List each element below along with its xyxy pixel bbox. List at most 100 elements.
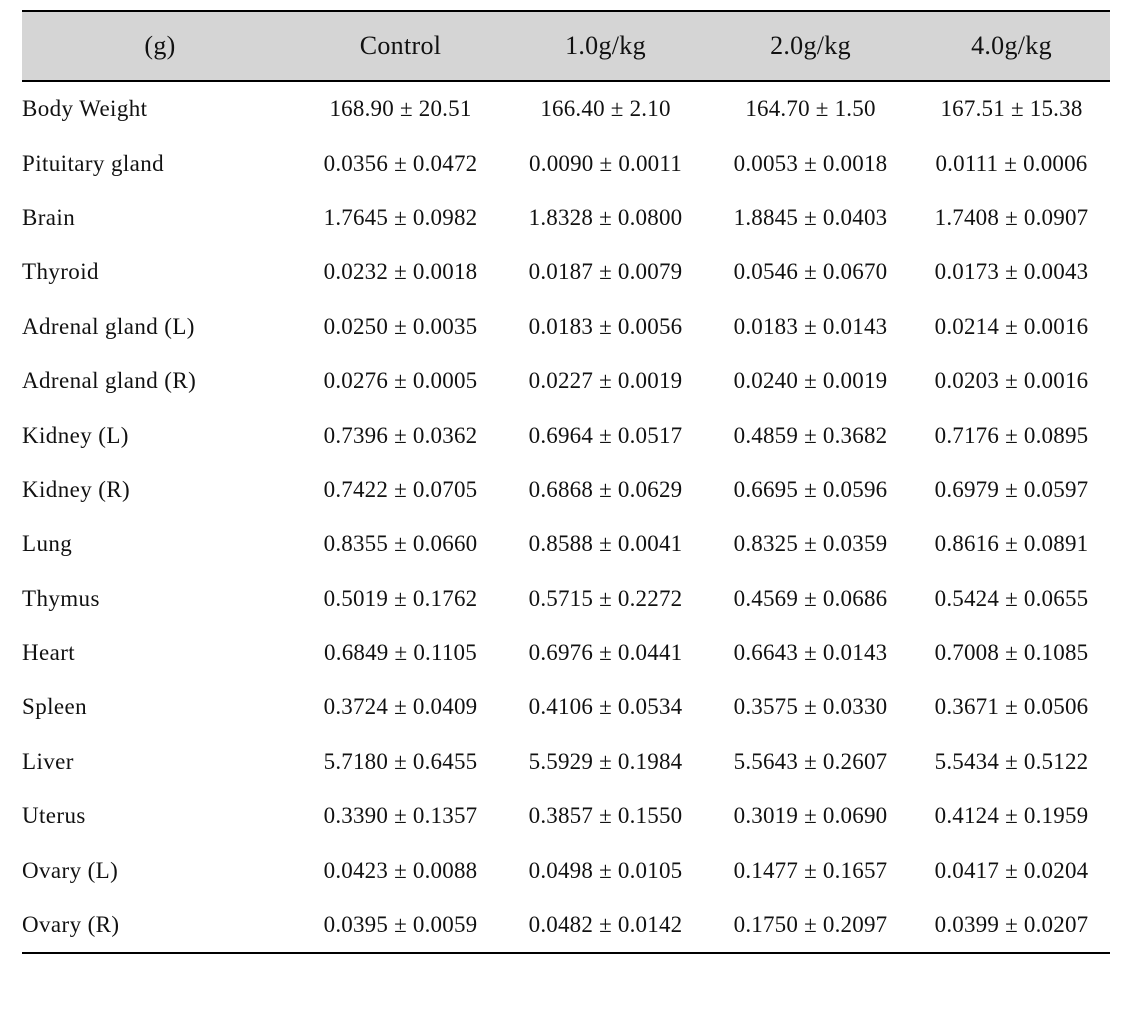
- cell-mean: 5.5929: [528, 748, 594, 774]
- cell-mean: 0.0399: [934, 912, 1000, 938]
- table-row: Lung 0.8355 ±0.0660 0.8588 ±0.0041 0.8325 ±0.0…: [22, 517, 1110, 571]
- plus-minus-icon: ±: [1005, 313, 1018, 339]
- plus-minus-icon: ±: [804, 476, 817, 502]
- cell-sd: 0.1357: [412, 803, 478, 829]
- cell-sd: 0.0056: [617, 313, 683, 339]
- plus-minus-icon: ±: [804, 204, 817, 230]
- plus-minus-icon: ±: [1005, 585, 1018, 611]
- cell-sd: 0.0143: [822, 640, 888, 666]
- plus-minus-icon: ±: [1005, 694, 1018, 720]
- cell-mean: 0.3857: [528, 803, 594, 829]
- cell-mean: 167.51: [940, 96, 1005, 122]
- cell-sd: 0.1984: [617, 748, 683, 774]
- plus-minus-icon: ±: [804, 313, 817, 339]
- cell-mean: 0.3390: [323, 803, 389, 829]
- plus-minus-icon: ±: [804, 259, 817, 285]
- cell-sd: 20.51: [418, 96, 472, 122]
- plus-minus-icon: ±: [599, 531, 612, 557]
- table-row: Ovary (L) 0.0423 ±0.0088 0.0498 ±0.0105 0.147…: [22, 843, 1110, 897]
- cell-value: 0.3390 ±0.1357: [298, 789, 503, 843]
- cell-value: 5.5434 ±0.5122: [913, 735, 1110, 789]
- cell-value: 5.7180 ±0.6455: [298, 735, 503, 789]
- cell-sd: 0.0043: [1023, 259, 1089, 285]
- plus-minus-icon: ±: [1005, 422, 1018, 448]
- cell-value: 0.0395 ±0.0059: [298, 897, 503, 955]
- plus-minus-icon: ±: [399, 96, 413, 122]
- plus-minus-icon: ±: [394, 150, 407, 176]
- row-label: Thyroid: [22, 259, 99, 285]
- cell-sd: 0.0088: [412, 857, 478, 883]
- table-row: Kidney (R) 0.7422 ±0.0705 0.6868 ±0.0629 0.66…: [22, 463, 1110, 517]
- table-row: Ovary (R) 0.0395 ±0.0059 0.0482 ±0.0142 0.175…: [22, 897, 1110, 955]
- cell-mean: 0.7176: [934, 422, 1000, 448]
- table-row: Thyroid 0.0232 ±0.0018 0.0187 ±0.0079 0.0546 ±…: [22, 245, 1110, 299]
- plus-minus-icon: ±: [394, 912, 407, 938]
- plus-minus-icon: ±: [394, 857, 407, 883]
- cell-value: 0.3575 ±0.0330: [708, 680, 913, 734]
- cell-value: 0.6964 ±0.0517: [503, 408, 708, 462]
- cell-sd: 0.0143: [822, 313, 888, 339]
- cell-sd: 0.5122: [1023, 748, 1089, 774]
- cell-value: 0.4859 ±0.3682: [708, 408, 913, 462]
- cell-value: 0.0417 ±0.0204: [913, 843, 1110, 897]
- cell-mean: 0.8355: [323, 531, 389, 557]
- cell-sd: 1.50: [834, 96, 876, 122]
- plus-minus-icon: ±: [804, 422, 817, 448]
- cell-mean: 0.6979: [934, 476, 1000, 502]
- plus-minus-icon: ±: [804, 585, 817, 611]
- cell-value: 0.8355 ±0.0660: [298, 517, 503, 571]
- cell-mean: 0.8325: [733, 531, 799, 557]
- cell-sd: 0.0629: [617, 476, 683, 502]
- cell-mean: 0.0498: [528, 857, 594, 883]
- cell-sd: 0.0403: [822, 204, 888, 230]
- cell-value: 0.7422 ±0.0705: [298, 463, 503, 517]
- cell-mean: 0.4859: [733, 422, 799, 448]
- cell-sd: 0.0441: [617, 640, 683, 666]
- cell-mean: 164.70: [745, 96, 810, 122]
- cell-value: 0.0173 ±0.0043: [913, 245, 1110, 299]
- cell-value: 0.4106 ±0.0534: [503, 680, 708, 734]
- cell-sd: 0.0016: [1023, 368, 1089, 394]
- cell-value: 164.70 ±1.50: [708, 81, 913, 136]
- cell-sd: 0.0472: [412, 150, 478, 176]
- cell-sd: 0.0005: [412, 368, 478, 394]
- row-label: Lung: [22, 531, 73, 557]
- cell-mean: 0.3019: [733, 803, 799, 829]
- cell-value: 0.6643 ±0.0143: [708, 626, 913, 680]
- cell-value: 0.0482 ±0.0142: [503, 897, 708, 955]
- plus-minus-icon: ±: [394, 313, 407, 339]
- cell-sd: 0.0891: [1023, 531, 1089, 557]
- cell-sd: 0.0800: [617, 204, 683, 230]
- plus-minus-icon: ±: [804, 694, 817, 720]
- plus-minus-icon: ±: [804, 803, 817, 829]
- cell-mean: 0.0276: [323, 368, 389, 394]
- cell-sd: 0.0079: [617, 259, 683, 285]
- cell-sd: 0.0011: [618, 150, 682, 176]
- cell-sd: 0.0690: [822, 803, 888, 829]
- cell-mean: 0.5019: [323, 585, 389, 611]
- plus-minus-icon: ±: [599, 422, 612, 448]
- row-label: Liver: [22, 748, 74, 774]
- cell-mean: 1.7408: [934, 204, 1000, 230]
- cell-sd: 0.0059: [412, 912, 478, 938]
- cell-mean: 5.7180: [323, 748, 389, 774]
- cell-value: 0.6695 ±0.0596: [708, 463, 913, 517]
- cell-value: 0.0183 ±0.0143: [708, 300, 913, 354]
- cell-sd: 0.0018: [822, 150, 888, 176]
- cell-mean: 0.0395: [323, 912, 389, 938]
- cell-mean: 0.0214: [934, 313, 1000, 339]
- cell-value: 0.8616 ±0.0891: [913, 517, 1110, 571]
- cell-mean: 0.6643: [733, 640, 799, 666]
- cell-value: 1.7645 ±0.0982: [298, 191, 503, 245]
- row-label: Brain: [22, 204, 76, 230]
- cell-sd: 0.0207: [1023, 912, 1089, 938]
- cell-mean: 0.0187: [528, 259, 594, 285]
- cell-mean: 0.8616: [934, 531, 1000, 557]
- row-label: Kidney (L): [22, 422, 129, 448]
- cell-mean: 168.90: [329, 96, 394, 122]
- cell-value: 1.8845 ±0.0403: [708, 191, 913, 245]
- cell-sd: 0.0534: [617, 694, 683, 720]
- cell-mean: 0.0090: [529, 150, 594, 176]
- table-body: Body Weight 168.90 ±20.51 166.40 ±2.10 164.70…: [22, 81, 1110, 955]
- cell-mean: 0.0356: [323, 150, 389, 176]
